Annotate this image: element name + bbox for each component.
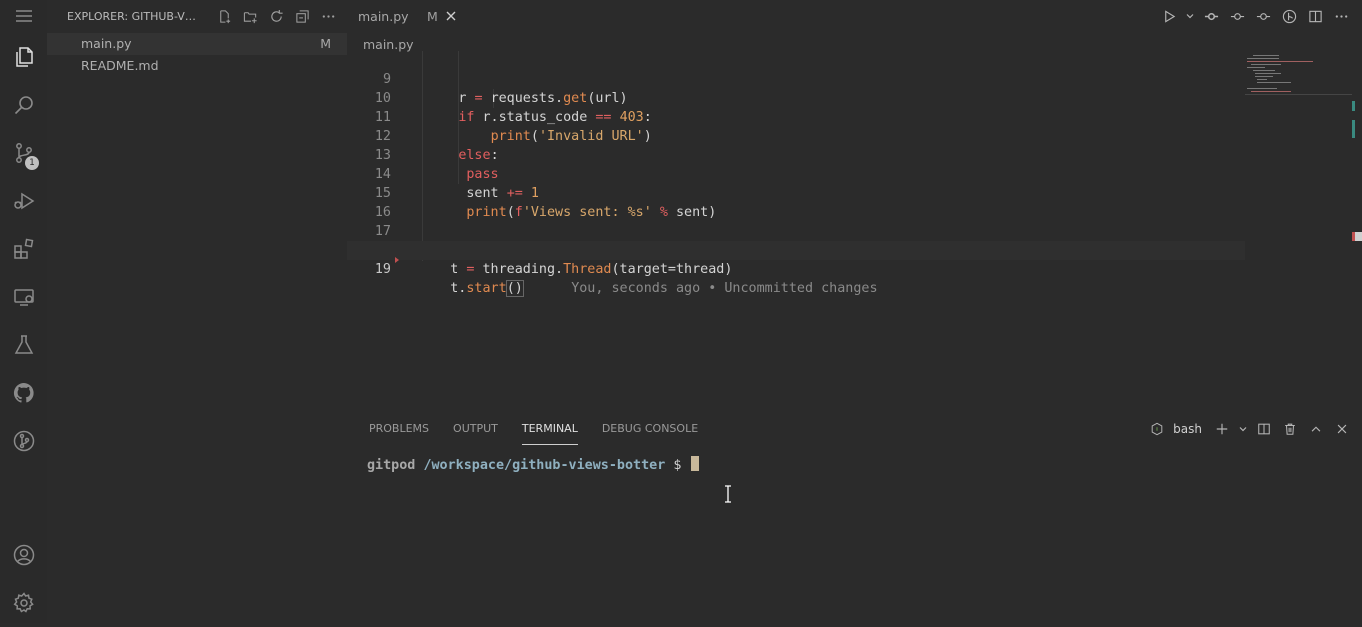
- testing-icon[interactable]: [0, 321, 47, 369]
- previous-commit-icon[interactable]: [1226, 6, 1248, 26]
- file-item-main-py[interactable]: main.py M: [47, 33, 347, 55]
- file-name: main.py: [81, 36, 132, 51]
- line-source: t = threading.Thread(target=thread): [450, 262, 733, 277]
- scrollbar-change-marker: [1352, 101, 1355, 111]
- tab-modified-indicator: M: [427, 9, 438, 24]
- chevron-down-icon[interactable]: [1184, 6, 1196, 26]
- github-icon[interactable]: [0, 369, 47, 417]
- tab-problems[interactable]: PROBLEMS: [369, 420, 429, 444]
- code-line: 16: [347, 184, 1245, 220]
- account-icon[interactable]: [0, 531, 47, 579]
- explorer-title: EXPLORER: GITHUB-VIEWS-BOTTER: [67, 9, 199, 23]
- tab-output[interactable]: OUTPUT: [453, 420, 498, 444]
- collapse-all-icon[interactable]: [291, 6, 313, 26]
- more-actions-icon[interactable]: [317, 6, 339, 26]
- minimap[interactable]: [1245, 51, 1352, 95]
- new-file-icon[interactable]: [213, 6, 235, 26]
- file-status: M: [320, 36, 331, 51]
- scrollbar-thumb[interactable]: [1352, 232, 1362, 241]
- terminal-cursor: [691, 456, 700, 471]
- file-item-readme[interactable]: README.md: [47, 55, 347, 77]
- code-line: 15 print(f'Views sent: %s' % sent): [347, 165, 1245, 220]
- run-icon[interactable]: [1158, 6, 1180, 26]
- open-changes-icon[interactable]: [1200, 6, 1222, 26]
- run-debug-icon[interactable]: [0, 177, 47, 225]
- code-line: 18 t = threading.Thread(target=thread): [347, 222, 1245, 277]
- gitlens-toggle-icon[interactable]: [1278, 6, 1300, 26]
- terminal-shell-icon: [1147, 420, 1167, 438]
- extensions-icon[interactable]: [0, 225, 47, 273]
- search-icon[interactable]: [0, 81, 47, 129]
- tab-terminal[interactable]: TERMINAL: [521, 420, 578, 445]
- explorer-sidebar: EXPLORER: GITHUB-VIEWS-BOTTER main.py M …: [47, 0, 347, 623]
- split-editor-icon[interactable]: [1304, 6, 1326, 26]
- line-source: t.start() You, seconds ago • Uncommitted…: [450, 280, 878, 297]
- remote-explorer-icon[interactable]: [0, 273, 47, 321]
- code-line: 11 print('Invalid URL'): [347, 89, 1245, 144]
- source-control-icon[interactable]: 1: [0, 129, 47, 177]
- bottom-panel: PROBLEMS OUTPUT TERMINAL DEBUG CONSOLE b…: [347, 412, 1362, 623]
- change-marker-icon: [395, 257, 399, 263]
- blame-annotation: You, seconds ago • Uncommitted changes: [571, 281, 878, 296]
- text-cursor-icon: [723, 485, 733, 503]
- close-panel-icon[interactable]: [1332, 420, 1352, 438]
- editor-more-actions-icon[interactable]: [1330, 6, 1352, 26]
- settings-gear-icon[interactable]: [0, 579, 47, 627]
- tab-debug-console[interactable]: DEBUG CONSOLE: [602, 420, 698, 444]
- code-line-current: 19 t.start() You, seconds ago • Uncommit…: [347, 241, 1245, 297]
- split-terminal-icon[interactable]: [1254, 420, 1274, 438]
- file-name: README.md: [81, 58, 159, 73]
- code-line: 12 else:: [347, 108, 1245, 163]
- code-line: 14 sent += 1: [347, 146, 1245, 201]
- code-line: 13 pass: [347, 127, 1245, 182]
- tab-main-py[interactable]: main.py M: [347, 0, 463, 33]
- chevron-down-icon[interactable]: [1238, 420, 1248, 438]
- code-line: 9 r = requests.get(url): [347, 51, 1245, 106]
- trash-icon[interactable]: [1280, 420, 1300, 438]
- code-editor[interactable]: 9 r = requests.get(url) 10 if r.status_c…: [347, 51, 1245, 297]
- source-control-badge: 1: [25, 156, 39, 170]
- explorer-header: EXPLORER: GITHUB-VIEWS-BOTTER: [47, 0, 347, 32]
- activity-bar: 1: [0, 0, 47, 623]
- prompt-user: gitpod: [367, 458, 416, 473]
- terminal-shell-name[interactable]: bash: [1173, 422, 1202, 436]
- explorer-icon[interactable]: [0, 33, 47, 81]
- scrollbar-change-marker: [1352, 120, 1355, 138]
- tab-label: main.py: [358, 9, 409, 24]
- editor-tab-bar: main.py M: [347, 0, 1362, 33]
- new-folder-icon[interactable]: [239, 6, 261, 26]
- gitlens-icon[interactable]: [0, 417, 47, 465]
- prompt-symbol: $: [673, 458, 682, 473]
- refresh-icon[interactable]: [265, 6, 287, 26]
- terminal-prompt[interactable]: gitpod /workspace/github-views-botter $: [367, 456, 700, 474]
- next-commit-icon[interactable]: [1252, 6, 1274, 26]
- maximize-panel-icon[interactable]: [1306, 420, 1326, 438]
- code-line: 10 if r.status_code == 403:: [347, 70, 1245, 125]
- close-icon[interactable]: [444, 9, 458, 23]
- code-line: 17 for _ in range(int(amount)):: [347, 203, 1245, 258]
- prompt-path: /workspace/github-views-botter: [423, 458, 666, 473]
- line-number: 19: [374, 262, 391, 277]
- new-terminal-icon[interactable]: [1212, 420, 1232, 438]
